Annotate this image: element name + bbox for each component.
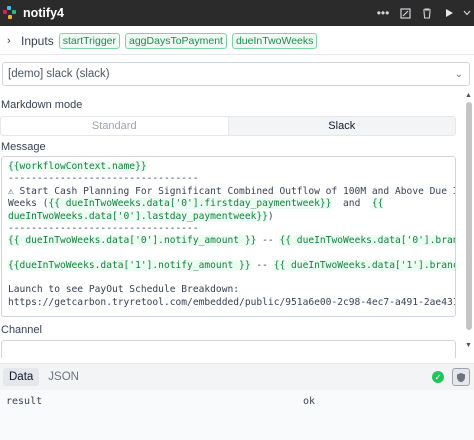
message-text: ) [267,210,274,222]
message-editor[interactable]: {{workflowContext.name}} ---------------… [1,156,456,317]
markdown-option-standard[interactable]: Standard [1,117,228,135]
message-line: ⚠ Start Cash Planning For Significant Co… [8,185,456,197]
template-expression: {{workflowContext.name}} [8,161,147,172]
template-expression: {{ [371,198,384,210]
message-line: --------------------------------- [8,173,199,185]
shield-icon[interactable] [452,368,470,386]
message-line: Launch to see PayOut Schedule Breakdown: [8,284,240,296]
inputs-row[interactable]: › Inputs startTrigger aggDaysToPayment d… [0,27,474,55]
scrollbar-thumb[interactable] [466,102,472,330]
channel-input[interactable] [1,340,456,358]
scroll-up-icon[interactable]: ▲ [465,92,472,99]
more-icon[interactable]: ••• [372,0,394,26]
input-chip-agg-days[interactable]: aggDaysToPayment [125,32,227,49]
output-panel: Data JSON ✓ result ok [0,363,474,440]
run-icon[interactable] [438,0,460,26]
template-expression: dueInTwoWeeks.data['0'].lastday_paymentw… [8,210,268,222]
template-expression: {{ dueInTwoWeeks.data['0'].notify_amount… [8,235,257,247]
tab-json[interactable]: JSON [42,368,85,386]
resource-select[interactable]: [demo] slack (slack) ⌄ [2,62,470,86]
markdown-option-slack[interactable]: Slack [227,117,455,135]
slack-logo-icon [3,6,17,20]
success-check-icon: ✓ [432,371,444,383]
inputs-label: Inputs [21,33,54,48]
chevron-down-icon: ⌄ [454,68,463,80]
edit-icon[interactable] [394,0,416,26]
message-label: Message [1,141,46,153]
message-text: -- [256,235,280,247]
run-menu-icon[interactable] [460,0,474,26]
message-text: -- [250,259,274,271]
scrollbar[interactable]: ▲ ▼ [464,90,474,354]
message-text: and [331,198,372,210]
template-expression: {{dueInTwoWeeks.data['1'].notify_amount … [8,259,251,271]
output-tabs: Data JSON [0,364,474,390]
delete-icon[interactable] [416,0,438,26]
input-chip-due-in-two-weeks[interactable]: dueInTwoWeeks [231,32,318,49]
template-expression: {{ dueInTwoWeeks.data['1'].branch }} [273,259,455,271]
tab-data[interactable]: Data [3,368,40,386]
message-line: --------------------------------- [8,223,199,235]
markdown-mode-label: Markdown mode [1,99,83,111]
channel-label: Channel [1,324,42,336]
title-bar: notify4 ••• [0,0,474,26]
resource-select-value: [demo] slack (slack) [8,68,110,80]
markdown-mode-toggle[interactable]: Standard Slack [0,116,456,136]
template-expression: {{ dueInTwoWeeks.data['0'].branch }} [279,235,455,247]
message-text: Weeks ( [8,198,49,210]
message-line: https://getcarbon.tryretool.com/embedded… [8,296,456,308]
result-value: ok [303,396,316,407]
table-row: result ok [0,394,474,410]
block-title: notify4 [23,6,64,20]
input-chip-start-trigger[interactable]: startTrigger [58,32,120,49]
template-expression: {{ dueInTwoWeeks.data['0'].firstday_paym… [48,198,332,210]
scroll-down-icon[interactable]: ▼ [465,342,472,349]
chevron-right-icon[interactable]: › [7,35,17,47]
result-key: result [6,396,43,407]
